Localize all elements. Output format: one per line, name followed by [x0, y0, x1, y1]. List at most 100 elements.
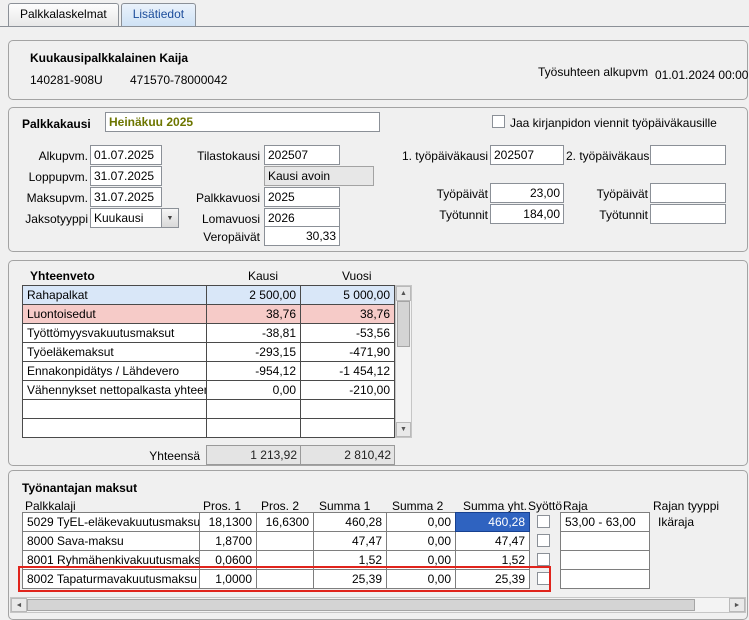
scrollbar-track[interactable] — [695, 598, 729, 612]
tyopaivakausi1-input[interactable]: 202507 — [490, 145, 564, 165]
summary-total-label: Yhteensä — [100, 448, 200, 464]
pros1-cell[interactable]: 0,0600 — [199, 550, 257, 570]
summary-col-vuosi: Vuosi — [342, 268, 372, 284]
summary-row-label — [22, 418, 207, 438]
summary-kausi-value: 38,76 — [206, 304, 301, 324]
jaksotyyppi-value[interactable]: Kuukausi — [90, 208, 162, 228]
employment-start-label: Työsuhteen alkupvm — [538, 64, 648, 80]
tyopaivakausi1-label: 1. työpäiväkausi — [400, 148, 488, 164]
veropaivat-input[interactable]: 30,33 — [264, 226, 340, 246]
summary-vuosi-value: -53,56 — [300, 323, 395, 343]
palkkalaji-cell[interactable]: 8000 Sava-maksu — [22, 531, 200, 551]
palkkavuosi-input[interactable]: 2025 — [264, 187, 340, 207]
scroll-right-icon[interactable]: ► — [729, 598, 745, 612]
summa2-cell[interactable]: 0,00 — [386, 550, 456, 570]
summary-total-kausi: 1 213,92 — [206, 445, 301, 465]
summa-yht-cell-selected[interactable]: 460,28 — [455, 512, 530, 532]
split-entries-checkbox[interactable] — [492, 115, 505, 128]
summa2-cell[interactable]: 0,00 — [386, 569, 456, 589]
summary-kausi-value — [206, 418, 301, 438]
raja-cell[interactable] — [560, 550, 650, 570]
summary-title: Yhteenveto — [30, 268, 95, 284]
raja-cell[interactable] — [560, 531, 650, 551]
summary-row-label: Ennakonpidätys / Lähdevero — [22, 361, 207, 381]
summary-kausi-value: 2 500,00 — [206, 285, 301, 305]
pay-period-title: Palkkakausi — [22, 116, 91, 132]
summary-vuosi-value — [300, 418, 395, 438]
pros2-cell[interactable]: 16,6300 — [256, 512, 314, 532]
summary-kausi-value: -293,15 — [206, 342, 301, 362]
tab-bar: Palkkalaskelmat Lisätiedot — [8, 3, 196, 26]
syotto-checkbox[interactable] — [537, 572, 550, 585]
summary-row-label: Työeläkemaksut — [22, 342, 207, 362]
scroll-up-icon[interactable]: ▲ — [396, 286, 411, 301]
summa2-cell[interactable]: 0,00 — [386, 512, 456, 532]
tilastokausi-input[interactable]: 202507 — [264, 145, 340, 165]
palkkalaji-cell[interactable]: 5029 TyEL-eläkevakuutusmaksu — [22, 512, 200, 532]
tyopaivat1-input[interactable]: 23,00 — [490, 183, 564, 203]
alkupvm-input[interactable]: 01.07.2025 — [90, 145, 162, 165]
tyotunnit1-label: Työtunnit — [400, 207, 488, 223]
tyopaivat2-input[interactable] — [650, 183, 726, 203]
summa-yht-cell[interactable]: 1,52 — [455, 550, 530, 570]
scrollbar-thumb[interactable] — [397, 301, 410, 347]
scroll-left-icon[interactable]: ◄ — [11, 598, 27, 612]
summary-table: Rahapalkat 2 500,00 5 000,00 Luontoisedu… — [22, 285, 395, 438]
chevron-down-icon[interactable]: ▼ — [161, 208, 179, 228]
summa1-cell[interactable]: 25,39 — [313, 569, 387, 589]
table-row: Rahapalkat 2 500,00 5 000,00 — [22, 285, 395, 305]
table-row — [22, 418, 395, 438]
summa1-cell[interactable]: 1,52 — [313, 550, 387, 570]
tab-lisatiedot[interactable]: Lisätiedot — [121, 3, 196, 26]
split-entries-label: Jaa kirjanpidon viennit työpäiväkausille — [510, 115, 717, 131]
summa2-cell[interactable]: 0,00 — [386, 531, 456, 551]
summa-yht-cell[interactable]: 25,39 — [455, 569, 530, 589]
summary-scrollbar[interactable]: ▲ ▼ — [395, 285, 412, 438]
scrollbar-thumb[interactable] — [27, 599, 695, 611]
pros1-cell[interactable]: 18,1300 — [199, 512, 257, 532]
loppupvm-input[interactable]: 31.07.2025 — [90, 166, 162, 186]
summa1-cell[interactable]: 460,28 — [313, 512, 387, 532]
raja-cell[interactable]: 53,00 - 63,00 — [560, 512, 650, 532]
summa1-cell[interactable]: 47,47 — [313, 531, 387, 551]
tab-palkkalaskelmat[interactable]: Palkkalaskelmat — [8, 3, 119, 26]
table-row: Luontoisedut 38,76 38,76 — [22, 304, 395, 324]
maksupvm-input[interactable]: 31.07.2025 — [90, 187, 162, 207]
period-name-input[interactable]: Heinäkuu 2025 — [105, 112, 380, 132]
summary-kausi-value — [206, 399, 301, 419]
employer-table-hscrollbar[interactable]: ◄ ► — [10, 597, 746, 613]
pros2-cell[interactable] — [256, 531, 314, 551]
scrollbar-track[interactable] — [396, 347, 411, 422]
tyotunnit2-label: Työtunnit — [566, 207, 648, 223]
tyopaivakausi2-input[interactable] — [650, 145, 726, 165]
table-row: Työttömyysvakuutusmaksut -38,81 -53,56 — [22, 323, 395, 343]
pros2-cell[interactable] — [256, 569, 314, 589]
employee-name: Kuukausipalkkalainen Kaija — [30, 50, 188, 66]
palkkalaji-cell[interactable]: 8001 Ryhmähenkivakuutusmaks — [22, 550, 200, 570]
table-row: Työeläkemaksut -293,15 -471,90 — [22, 342, 395, 362]
employee-personal-id: 140281-908U — [30, 72, 103, 88]
summary-total-vuosi: 2 810,42 — [300, 445, 395, 465]
pros2-cell[interactable] — [256, 550, 314, 570]
pros1-cell[interactable]: 1,0000 — [199, 569, 257, 589]
palkkalaji-cell[interactable]: 8002 Tapaturmavakuutusmaksu — [22, 569, 200, 589]
summary-kausi-value: -38,81 — [206, 323, 301, 343]
pros1-cell[interactable]: 1,8700 — [199, 531, 257, 551]
employment-start-value: 01.01.2024 00:00 — [655, 67, 748, 83]
table-row: 8000 Sava-maksu 1,8700 47,47 0,00 47,47 — [22, 531, 694, 551]
summary-row-label: Rahapalkat — [22, 285, 207, 305]
employer-payments-table: 5029 TyEL-eläkevakuutusmaksu 18,1300 16,… — [22, 512, 694, 589]
lomavuosi-input[interactable]: 2026 — [264, 208, 340, 228]
scroll-down-icon[interactable]: ▼ — [396, 422, 411, 437]
syotto-checkbox[interactable] — [537, 553, 550, 566]
summary-kausi-value: -954,12 — [206, 361, 301, 381]
tyotunnit2-input[interactable] — [650, 204, 726, 224]
raja-cell[interactable] — [560, 569, 650, 589]
summa-yht-cell[interactable]: 47,47 — [455, 531, 530, 551]
tyotunnit1-input[interactable]: 184,00 — [490, 204, 564, 224]
jaksotyyppi-combo[interactable]: Kuukausi ▼ — [90, 208, 179, 228]
summary-col-kausi: Kausi — [248, 268, 278, 284]
syotto-checkbox[interactable] — [537, 534, 550, 547]
syotto-checkbox[interactable] — [537, 515, 550, 528]
alkupvm-label: Alkupvm. — [20, 148, 88, 164]
